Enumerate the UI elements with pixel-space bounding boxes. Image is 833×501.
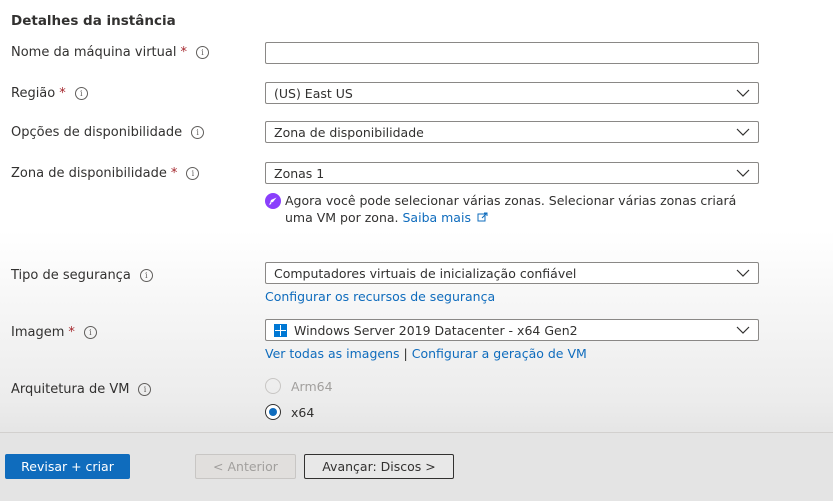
external-link-icon (477, 212, 488, 222)
security-type-value: Computadores virtuais de inicialização c… (274, 265, 577, 281)
chevron-down-icon (728, 122, 758, 142)
security-type-select[interactable]: Computadores virtuais de inicialização c… (265, 262, 759, 284)
info-icon[interactable]: i (139, 269, 153, 282)
info-icon[interactable]: i (195, 46, 209, 59)
radio-selected-dot (269, 408, 277, 416)
learn-more-link[interactable]: Saiba mais (403, 210, 488, 225)
chevron-down-icon (728, 320, 758, 340)
chevron-down-icon (728, 263, 758, 283)
required-marker: * (170, 166, 178, 181)
configure-security-link[interactable]: Configurar os recursos de segurança (265, 289, 495, 304)
radio-arm64-circle[interactable] (265, 378, 281, 394)
see-all-images-link[interactable]: Ver todas as imagens (265, 346, 400, 361)
create-vm-page: Detalhes da instância Nome da máquina vi… (0, 0, 833, 501)
availability-options-select[interactable]: Zona de disponibilidade (265, 121, 759, 143)
review-create-button[interactable]: Revisar + criar (5, 454, 130, 479)
vm-name-input[interactable] (265, 42, 759, 64)
link-separator: | (403, 346, 408, 361)
availability-options-value: Zona de disponibilidade (274, 124, 424, 140)
image-links: Ver todas as imagens | Configurar a gera… (265, 346, 587, 361)
region-label: Região * i (11, 86, 88, 101)
security-type-label-text: Tipo de segurança (11, 268, 131, 283)
region-label-text: Região (11, 86, 56, 101)
availability-zone-label-text: Zona de disponibilidade (11, 166, 167, 181)
required-marker: * (68, 325, 75, 340)
chevron-down-icon (728, 163, 758, 183)
region-select[interactable]: (US) East US (265, 82, 759, 104)
image-label: Imagem * i (11, 325, 97, 340)
next-disks-button[interactable]: Avançar: Discos > (304, 454, 454, 479)
zones-info-note: Agora você pode selecionar várias zonas.… (265, 192, 755, 226)
vm-name-label-text: Nome da máquina virtual (11, 45, 177, 60)
zones-note-text: Agora você pode selecionar várias zonas.… (285, 193, 737, 225)
info-icon[interactable]: i (186, 167, 200, 180)
rocket-icon (265, 193, 281, 209)
radio-arm64-label: Arm64 (291, 378, 333, 394)
info-icon[interactable]: i (138, 383, 152, 396)
image-value: Windows Server 2019 Datacenter - x64 Gen… (294, 322, 578, 338)
radio-x64-label: x64 (291, 404, 315, 420)
radio-arm64[interactable]: Arm64 (265, 378, 333, 394)
availability-options-label-text: Opções de disponibilidade (11, 125, 183, 140)
vm-architecture-label: Arquitetura de VM i (11, 382, 152, 397)
availability-zone-select[interactable]: Zonas 1 (265, 162, 759, 184)
vm-name-label: Nome da máquina virtual * i (11, 45, 209, 60)
image-label-text: Imagem (11, 325, 65, 340)
footer-bar: Revisar + criar < Anterior Avançar: Disc… (0, 432, 833, 501)
availability-zone-label: Zona de disponibilidade * i (11, 166, 200, 181)
region-value: (US) East US (274, 85, 353, 101)
required-marker: * (59, 86, 66, 101)
availability-zone-value: Zonas 1 (274, 165, 325, 181)
chevron-down-icon (728, 83, 758, 103)
info-icon[interactable]: i (74, 87, 88, 100)
availability-options-label: Opções de disponibilidade i (11, 125, 205, 140)
info-icon[interactable]: i (83, 326, 97, 339)
section-title: Detalhes da instância (11, 13, 176, 29)
windows-logo-icon (274, 323, 287, 337)
configure-vm-generation-link[interactable]: Configurar a geração de VM (412, 346, 587, 361)
image-select[interactable]: Windows Server 2019 Datacenter - x64 Gen… (265, 319, 759, 341)
learn-more-label: Saiba mais (402, 210, 471, 225)
radio-x64[interactable]: x64 (265, 404, 314, 420)
vm-architecture-label-text: Arquitetura de VM (11, 382, 130, 397)
security-type-label: Tipo de segurança i (11, 268, 153, 283)
previous-button[interactable]: < Anterior (195, 454, 296, 479)
required-marker: * (180, 45, 187, 60)
radio-x64-circle[interactable] (265, 404, 281, 420)
info-icon[interactable]: i (191, 126, 205, 139)
